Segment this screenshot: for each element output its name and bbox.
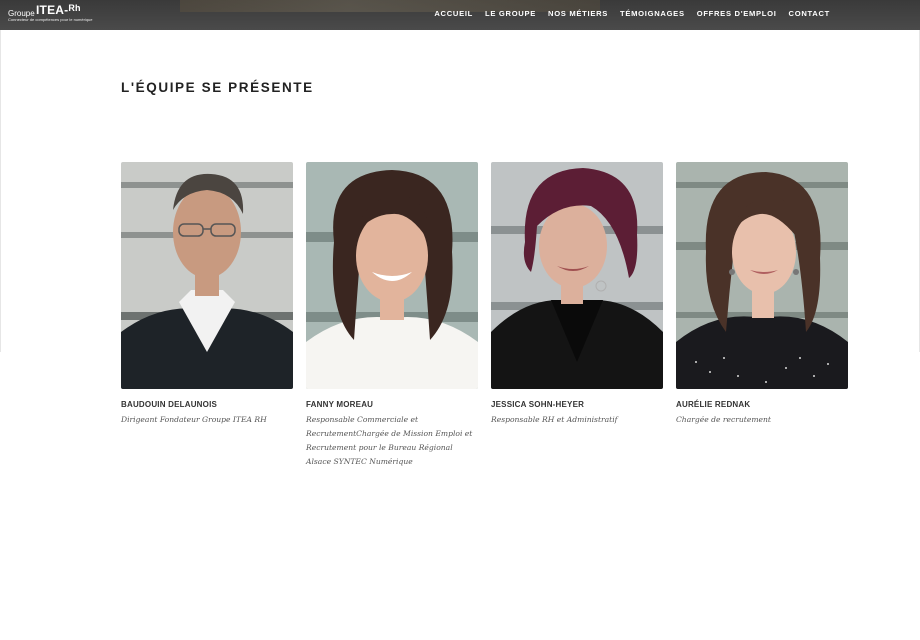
- team-member-role: Chargée de recrutement: [676, 415, 771, 424]
- logo-tagline: Connecteur de compétences pour le numéri…: [8, 17, 93, 22]
- team-member-photo: [676, 162, 848, 389]
- nav-item-nos-metiers[interactable]: NOS MÉTIERS: [542, 9, 614, 19]
- team-member-photo: [491, 162, 663, 389]
- team-member-card: JESSICA SOHN-HEYER Responsable RH et Adm…: [491, 162, 663, 427]
- nav-item-le-groupe[interactable]: LE GROUPE: [479, 9, 542, 19]
- logo-brand-text: ITEA-: [36, 3, 69, 17]
- team-member-name: BAUDOUIN DELAUNOIS: [121, 400, 218, 409]
- team-member-role: Responsable RH et Administratif: [491, 415, 618, 424]
- nav-item-accueil[interactable]: ACCUEIL: [428, 9, 479, 19]
- site-logo[interactable]: Groupe ITEA-Rh Connecteur de compétences…: [8, 3, 93, 23]
- left-divider: [0, 30, 1, 352]
- top-navigation-bar: Groupe ITEA-Rh Connecteur de compétences…: [0, 0, 920, 30]
- team-member-name: JESSICA SOHN-HEYER: [491, 400, 585, 409]
- team-member-card: BAUDOUIN DELAUNOIS Dirigeant Fondateur G…: [121, 162, 293, 427]
- nav-item-temoignages[interactable]: TÉMOIGNAGES: [614, 9, 691, 19]
- logo-brand-suffix: Rh: [68, 3, 81, 13]
- nav-item-offres-emploi[interactable]: OFFRES D'EMPLOI: [691, 9, 783, 19]
- team-member-card: AURÉLIE REDNAK Chargée de recrutement: [676, 162, 848, 427]
- team-member-role: Responsable Commerciale et RecrutementCh…: [306, 415, 473, 466]
- page-title: L'ÉQUIPE SE PRÉSENTE: [121, 80, 314, 95]
- nav-item-contact[interactable]: CONTACT: [783, 9, 836, 19]
- team-member-photo: [121, 162, 293, 389]
- team-member-role: Dirigeant Fondateur Groupe ITEA RH: [121, 415, 267, 424]
- team-member-name: AURÉLIE REDNAK: [676, 400, 751, 409]
- logo-brand: ITEA-Rh: [36, 3, 81, 17]
- team-member-photo: [306, 162, 478, 389]
- team-member-name: FANNY MOREAU: [306, 400, 374, 409]
- main-nav: ACCUEIL LE GROUPE NOS MÉTIERS TÉMOIGNAGE…: [428, 9, 836, 19]
- team-member-card: FANNY MOREAU Responsable Commerciale et …: [306, 162, 478, 469]
